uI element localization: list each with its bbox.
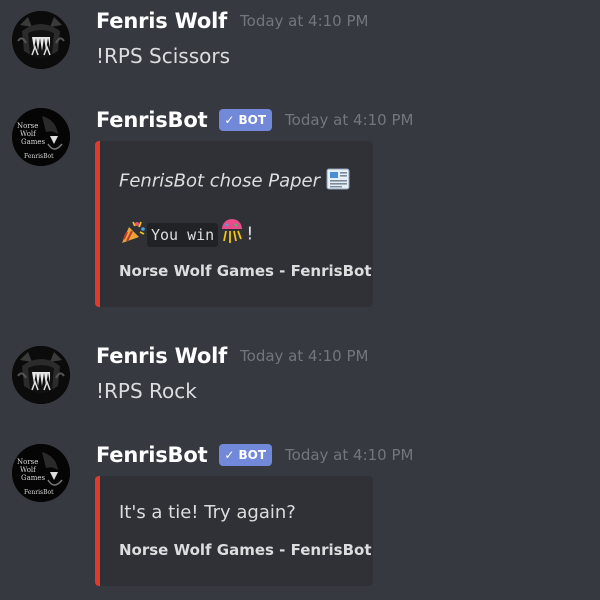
- logo-text-wolf: Wolf: [20, 130, 37, 138]
- username[interactable]: FenrisBot: [96, 108, 208, 132]
- embed-description: It's a tie! Try again?: [119, 502, 296, 523]
- confetti-ball-icon: [218, 219, 246, 250]
- logo-text-games: Games: [21, 474, 46, 482]
- bot-tag: ✓ BOT: [219, 109, 273, 131]
- message-timestamp: Today at 4:10 PM: [240, 347, 369, 365]
- embed-description-line: FenrisBot chose Paper: [119, 167, 352, 196]
- rps-result-embed: FenrisBot chose Paper You win ! Norse Wo…: [95, 141, 373, 307]
- norse-wolf-games-logo: Norse Wolf Games FenrisBot: [12, 108, 70, 166]
- embed-footer: Norse Wolf Games - FenrisBot: [119, 541, 372, 559]
- verified-check-icon: ✓: [224, 448, 235, 462]
- logo-text-norse: Norse: [17, 122, 38, 130]
- message-text: !RPS Rock: [96, 379, 197, 403]
- username[interactable]: FenrisBot: [96, 443, 208, 467]
- result-suffix: !: [246, 223, 254, 245]
- embed-footer: Norse Wolf Games - FenrisBot: [119, 262, 372, 280]
- result-code: You win: [147, 222, 219, 247]
- logo-text-norse: Norse: [17, 458, 38, 466]
- logo-text-fenrisbot: FenrisBot: [24, 489, 54, 496]
- username[interactable]: Fenris Wolf: [96, 9, 227, 33]
- norse-wolf-games-logo: Norse Wolf Games FenrisBot: [12, 444, 70, 502]
- wolf-avatar-icon: [12, 11, 70, 69]
- wolf-avatar-icon: [12, 346, 70, 404]
- embed-result-line: You win !: [119, 219, 253, 250]
- message-timestamp: Today at 4:10 PM: [240, 12, 369, 30]
- bot-avatar[interactable]: Norse Wolf Games FenrisBot: [12, 108, 70, 166]
- rps-result-embed: It's a tie! Try again? Norse Wolf Games …: [95, 476, 373, 586]
- user-avatar[interactable]: [12, 346, 70, 404]
- chat-log: Fenris Wolf Today at 4:10 PM !RPS Scisso…: [0, 0, 600, 600]
- party-popper-icon: [119, 219, 147, 250]
- message-timestamp: Today at 4:10 PM: [285, 111, 414, 129]
- username[interactable]: Fenris Wolf: [96, 344, 227, 368]
- logo-text-games: Games: [21, 138, 46, 146]
- bot-tag-label: BOT: [238, 113, 267, 127]
- bot-avatar[interactable]: Norse Wolf Games FenrisBot: [12, 444, 70, 502]
- user-avatar[interactable]: [12, 11, 70, 69]
- logo-text-fenrisbot: FenrisBot: [24, 153, 54, 160]
- message-text: !RPS Scissors: [96, 44, 230, 68]
- bot-tag-label: BOT: [238, 448, 267, 462]
- logo-text-wolf: Wolf: [20, 466, 37, 474]
- verified-check-icon: ✓: [224, 113, 235, 127]
- newspaper-icon: [326, 167, 352, 196]
- bot-tag: ✓ BOT: [219, 444, 273, 466]
- message-timestamp: Today at 4:10 PM: [285, 446, 414, 464]
- embed-text: FenrisBot chose Paper: [119, 170, 321, 192]
